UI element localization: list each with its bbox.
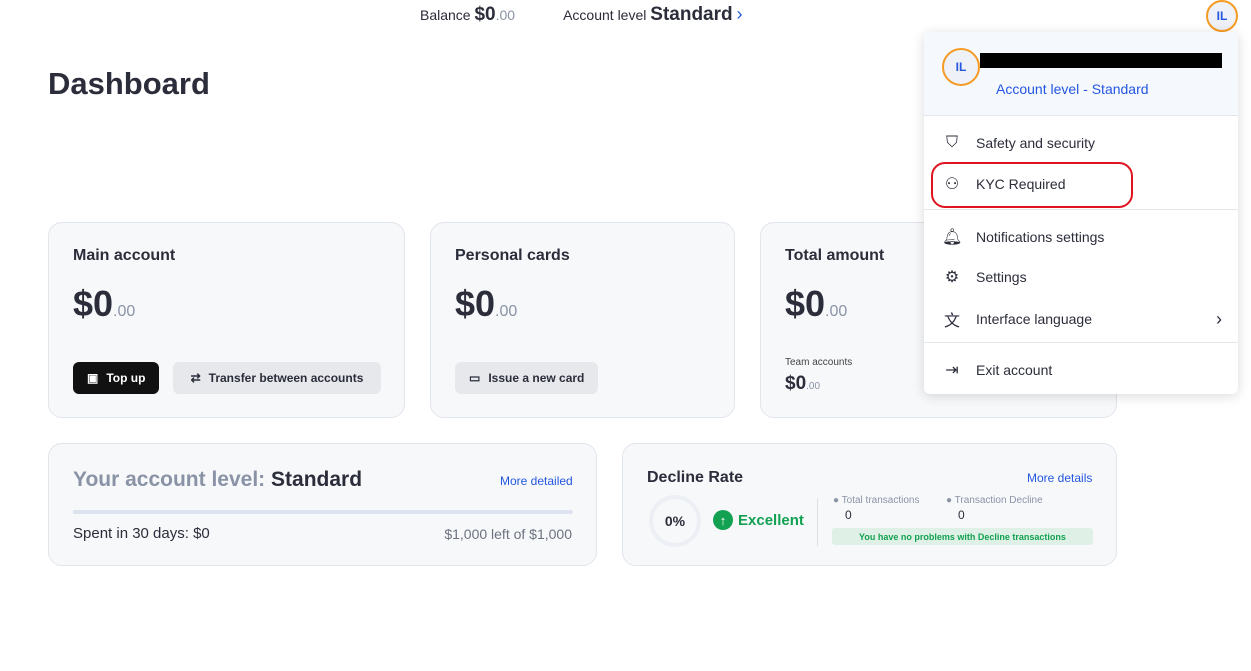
- menu-item-language[interactable]: 文 Interface language ›: [942, 307, 1222, 331]
- issue-card-button[interactable]: ▭ Issue a new card: [455, 362, 599, 394]
- chevron-right-icon: ›: [736, 4, 743, 24]
- top-bar: Balance $0.00 Account level Standard ›: [420, 4, 743, 26]
- transfer-button[interactable]: ⇄ Transfer between accounts: [173, 362, 381, 394]
- shield-icon: ⛉: [945, 134, 958, 151]
- spend-progress-bar: [73, 510, 573, 514]
- menu-item-exit[interactable]: ⇥ Exit account: [942, 360, 1222, 380]
- decline-rate-gauge: 0%: [649, 495, 701, 547]
- wallet-icon: ▣: [87, 371, 99, 385]
- menu-item-settings[interactable]: ⚙ Settings: [942, 267, 1222, 287]
- top-up-button[interactable]: ▣ Top up: [73, 362, 160, 394]
- account-level-card: Your account level: Standard More detail…: [48, 443, 597, 566]
- account-level-link[interactable]: Account level Standard ›: [563, 4, 742, 26]
- more-details-link[interactable]: More details: [1027, 471, 1092, 485]
- page-title: Dashboard: [48, 66, 210, 101]
- gear-icon: ⚙: [944, 269, 960, 286]
- main-account-amount: $0.00: [73, 283, 136, 324]
- main-account-card: Main account $0.00 ▣ Top up ⇄ Transfer bet…: [48, 222, 405, 418]
- arrow-up-icon: ↑: [713, 510, 733, 530]
- logout-icon: ⇥: [945, 362, 959, 379]
- account-dropdown-menu: IL Account level - Standard ⛉ Safety and …: [924, 32, 1238, 394]
- translate-icon: 文: [943, 313, 960, 330]
- menu-item-safety[interactable]: ⛉ Safety and security: [942, 134, 1222, 152]
- transfer-icon: ⇄: [190, 371, 201, 385]
- menu-avatar: IL: [942, 48, 980, 86]
- user-question-icon: ⚇: [944, 176, 960, 193]
- menu-item-notifications[interactable]: 🔔︎ Notifications settings: [942, 227, 1222, 247]
- redacted-email: [980, 53, 1222, 68]
- balance: Balance $0.00: [420, 4, 516, 25]
- more-detailed-link[interactable]: More detailed: [500, 474, 573, 488]
- personal-cards-card: Personal cards $0.00 ▭ Issue a new card: [430, 222, 735, 418]
- card-plus-icon: ▭: [469, 371, 481, 385]
- chevron-right-icon: ›: [1216, 308, 1222, 329]
- menu-item-kyc[interactable]: ⚇ KYC Required: [942, 174, 1222, 194]
- decline-rate-card: Decline Rate More details 0% ↑ Excellent …: [622, 443, 1117, 566]
- bell-icon: 🔔︎: [942, 229, 963, 246]
- user-avatar-button[interactable]: IL: [1206, 0, 1238, 32]
- menu-header: IL Account level - Standard: [924, 32, 1238, 116]
